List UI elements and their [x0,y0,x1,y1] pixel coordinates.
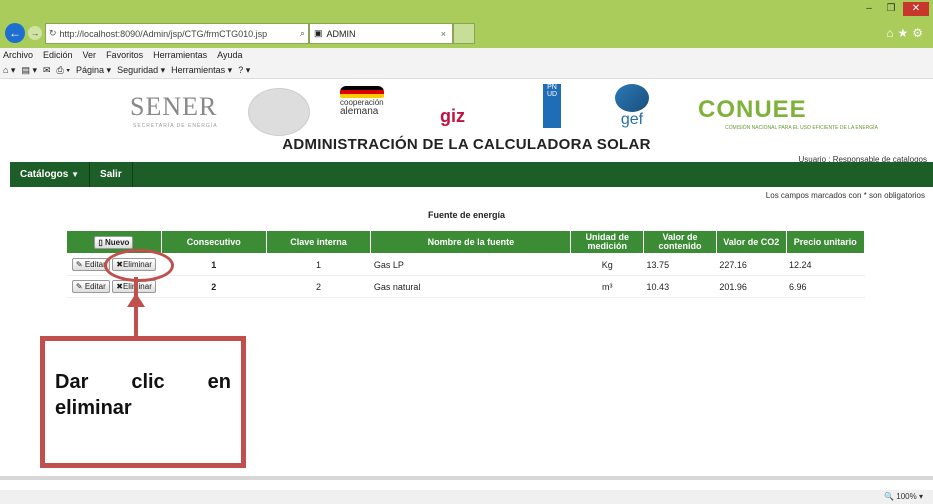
callout-line [134,277,138,337]
gef-word: gef [620,111,644,128]
cell-precio: 6.96 [786,275,865,298]
edit-button[interactable]: ✎ Editar [71,280,110,293]
header-unidad: Unidad de medición [570,230,645,254]
edit-label: Editar [84,282,106,291]
browser-tab[interactable]: ▣ ADMIN × [309,23,453,44]
zoom-level[interactable]: 🔍 100% ▾ [884,492,923,501]
address-bar[interactable]: ↻ http://localhost:8090/Admin/jsp/CTG/fr… [45,23,309,44]
nav-catalogos-label: Catálogos [20,169,69,180]
edit-icon: ✎ [75,282,83,291]
menu-archivo[interactable]: Archivo [3,50,33,60]
german-flag-icon [340,86,384,98]
new-doc-icon: ▯ [98,237,103,247]
conuee-subtitle: COMISIÓN NACIONAL PARA EL USO EFICIENTE … [725,125,878,131]
chevron-down-icon: ▼ [71,170,80,179]
cell-consecutivo: 1 [161,253,267,276]
cell-precio: 12.24 [786,253,865,276]
edit-label: Editar [84,260,106,269]
edit-icon: ✎ [75,260,83,269]
page-title: ADMINISTRACIÓN DE LA CALCULADORA SOLAR [282,136,651,153]
new-tab-button[interactable] [453,23,475,44]
help-icon[interactable]: ? ▾ [238,65,250,76]
new-button-label: Nuevo [104,237,130,247]
required-note: Los campos marcados con * son obligatori… [765,191,925,200]
browser-titlebar: – ❐ ✕ ← → ↻ http://localhost:8090/Admin/… [0,0,933,48]
callout-text: Dar clic en eliminar [55,371,231,419]
search-icon[interactable]: ⌕ [300,28,305,39]
nav-catalogos[interactable]: Catálogos ▼ [10,162,91,187]
feed-icon[interactable]: ▤ ▾ [21,65,37,76]
browser-statusbar: 🔍 100% ▾ [0,490,933,504]
globe-icon [615,84,649,112]
command-seguridad[interactable]: Seguridad ▾ [117,65,165,76]
undp-logo: PN UD [543,84,561,128]
window-controls: – ❐ ✕ [859,2,929,16]
header-nombre: Nombre de la fuente [370,230,572,254]
cell-unidad: m³ [570,275,644,298]
zoom-value: 100% [896,492,917,501]
gear-icon[interactable]: ⚙ [912,26,927,40]
cell-nombre: Gas LP [370,253,571,276]
page-favicon-icon: ▣ [314,28,323,38]
cell-consecutivo: 2 [161,275,267,298]
header-co2: Valor de CO2 [715,230,787,254]
tab-title: ADMIN [326,28,356,39]
cell-clave: 1 [266,253,371,276]
command-pagina[interactable]: Página ▾ [76,65,111,76]
menu-edicion[interactable]: Edición [43,50,73,60]
header-clave: Clave interna [265,230,372,254]
table-header-row: ▯ Nuevo Consecutivo Clave interna Nombre… [66,230,866,254]
menu-ayuda[interactable]: Ayuda [217,50,242,60]
refresh-icon[interactable]: ↻ [49,28,57,39]
header-precio: Precio unitario [785,230,866,254]
sener-subtitle: SECRETARÍA DE ENERGÍA [133,123,218,129]
section-title: Fuente de energía [427,210,506,220]
close-icon[interactable]: ✕ [903,2,929,16]
footer-divider [0,476,933,480]
energy-source-table: ▯ Nuevo Consecutivo Clave interna Nombre… [66,230,866,298]
minimize-icon[interactable]: – [859,2,879,16]
back-arrow-icon[interactable]: ← [5,23,25,43]
cell-unidad: Kg [570,253,644,276]
coop-line2: alemana [340,106,379,117]
menu-ver[interactable]: Ver [83,50,97,60]
menu-herramientas[interactable]: Herramientas [153,50,207,60]
cell-co2: 227.16 [716,253,787,276]
command-herramientas[interactable]: Herramientas ▾ [171,65,232,76]
sener-logo: SENER [130,92,218,121]
cell-co2: 201.96 [716,275,787,298]
cell-nombre: Gas natural [370,275,571,298]
browser-tools: ⌂★⚙ [886,26,927,40]
callout-box: Dar clic en eliminar [40,336,246,468]
print-icon[interactable]: ⎙ ▾ [57,65,70,76]
gef-logo: gef [612,84,652,130]
tab-close-icon[interactable]: × [441,29,446,39]
new-button[interactable]: ▯ Nuevo [94,235,134,249]
forward-arrow-icon[interactable]: → [28,26,42,40]
cooperacion-alemana-logo: cooperación alemana [340,86,400,134]
browser-menubar: Archivo Edición Ver Favoritos Herramient… [0,48,933,62]
star-icon[interactable]: ★ [897,26,912,40]
browser-command-bar: ⌂ ▾ ▤ ▾ ✉ ⎙ ▾ Página ▾ Seguridad ▾ Herra… [0,62,933,79]
conuee-logo: CONUEE [698,96,807,123]
main-nav: Catálogos ▼ Salir [10,162,933,187]
cell-contenido: 13.75 [643,253,717,276]
menu-favoritos[interactable]: Favoritos [106,50,143,60]
mexico-seal-icon [248,88,310,136]
cell-clave: 2 [266,275,371,298]
delete-x-icon: ✖ [116,282,123,291]
giz-logo: giz [440,106,465,126]
nav-salir[interactable]: Salir [90,162,133,187]
cell-contenido: 10.43 [643,275,717,298]
header-consecutivo: Consecutivo [160,230,267,254]
callout-highlight-ring [104,249,174,282]
header-contenido: Valor de contenido [643,230,717,254]
address-url: http://localhost:8090/Admin/jsp/CTG/frmC… [59,28,268,39]
mail-icon[interactable]: ✉ [43,65,51,76]
restore-icon[interactable]: ❐ [881,2,901,16]
home-icon[interactable]: ⌂ [886,26,897,40]
home-small-icon[interactable]: ⌂ ▾ [3,65,15,76]
table-row: ✎ Editar ✖Eliminar 2 2 Gas natural m³ 10… [66,275,865,298]
table-row: ✎ Editar ✖Eliminar 1 1 Gas LP Kg 13.75 2… [66,253,865,276]
